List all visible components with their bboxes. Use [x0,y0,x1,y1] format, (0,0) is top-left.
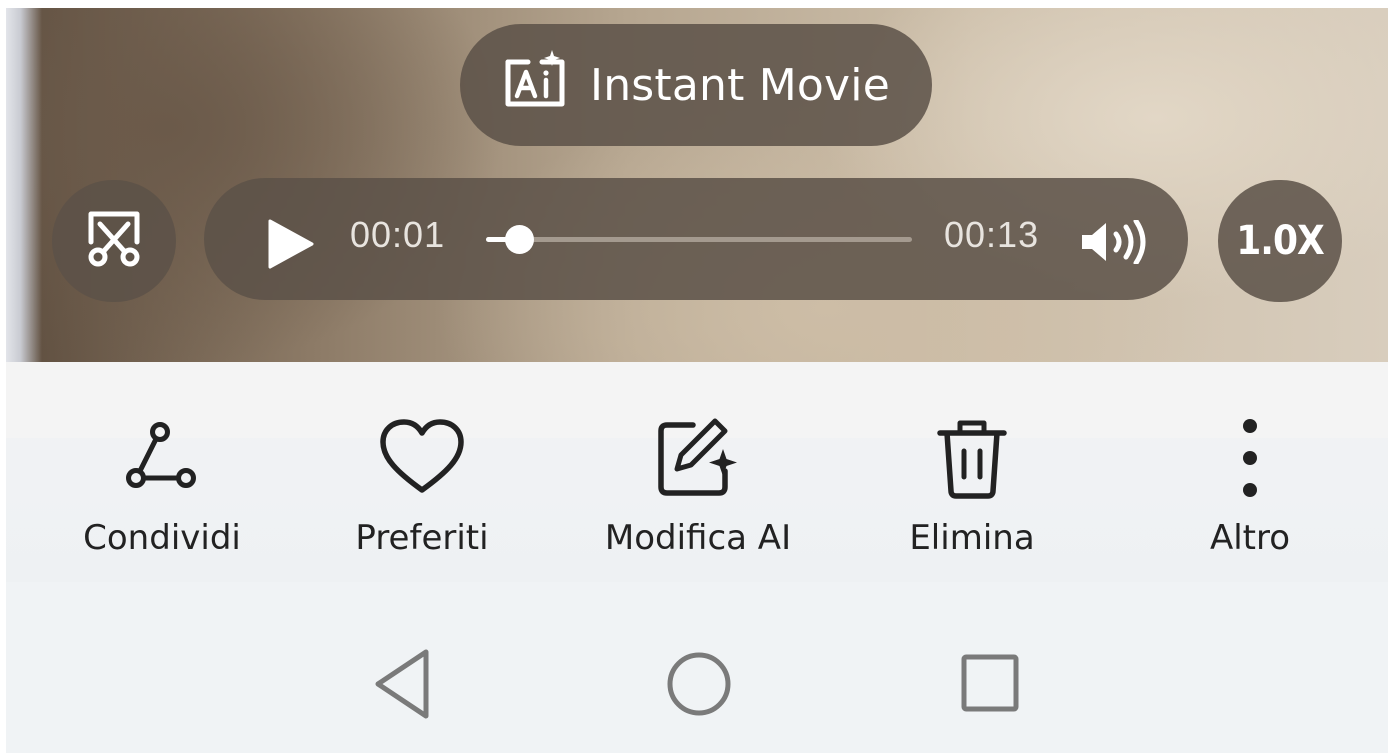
back-icon[interactable] [370,644,434,728]
more-label: Altro [1209,518,1291,558]
more-vertical-icon [1235,414,1265,502]
recents-icon[interactable] [958,644,1022,728]
total-time: 00:13 [944,214,1040,255]
seek-bar[interactable] [486,225,912,254]
volume-icon[interactable] [1080,218,1150,268]
trash-icon [932,414,1012,502]
favorite-label: Preferiti [355,518,489,558]
playback-speed-button[interactable]: 1.0X [1218,180,1342,302]
home-icon[interactable] [662,644,736,728]
ai-edit-button[interactable]: Modifica AI [578,414,818,564]
scissors-trim-icon [83,208,145,274]
instant-movie-label: Instant Movie [590,59,890,111]
share-icon [120,414,204,502]
share-button[interactable]: Condividi [42,414,282,564]
delete-button[interactable]: Elimina [852,414,1092,564]
video-edge-shade [6,8,42,362]
heart-icon [377,414,467,502]
ai-edit-label: Modifica AI [604,518,792,558]
trim-button[interactable] [52,180,176,302]
share-label: Condividi [83,518,241,558]
current-time: 00:01 [350,214,446,255]
gallery-viewer: Instant Movie 00:01 00:13 1.0X Condividi… [6,8,1388,753]
ai-edit-icon [653,414,743,502]
seek-thumb[interactable] [504,225,534,254]
play-icon[interactable] [264,218,316,274]
delete-label: Elimina [909,518,1035,558]
favorite-button[interactable]: Preferiti [302,414,542,564]
instant-movie-button[interactable]: Instant Movie [460,24,932,146]
player-controls: 00:01 00:13 [204,178,1188,300]
more-button[interactable]: Altro [1130,414,1370,564]
ai-movie-icon [502,50,568,120]
